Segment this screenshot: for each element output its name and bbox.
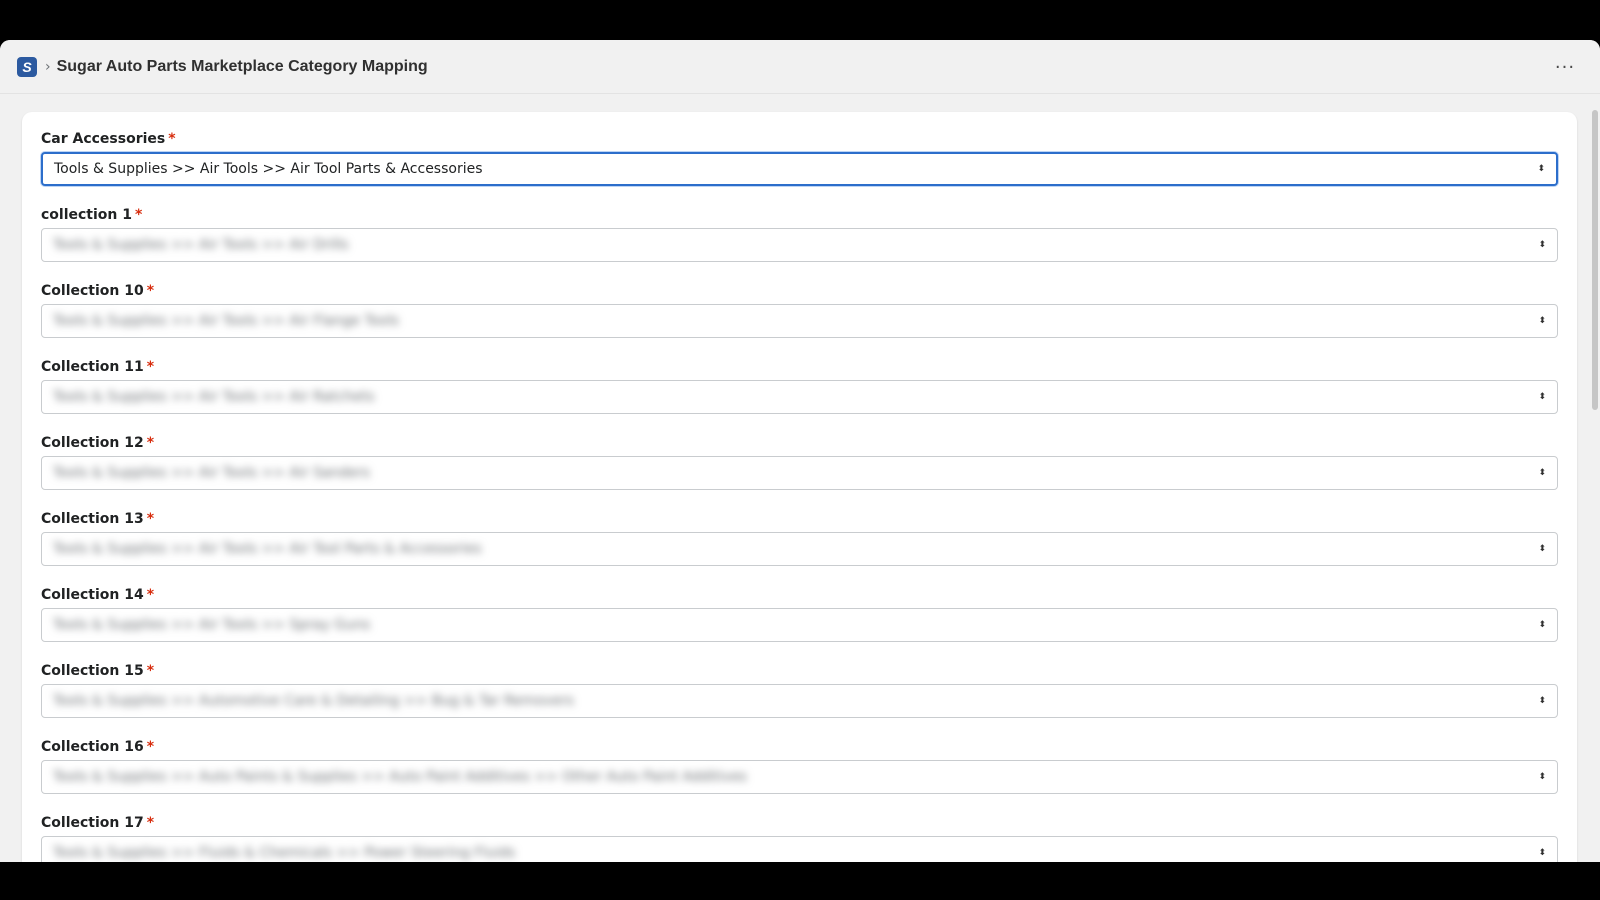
select-value: Tools & Supplies >> Air Tools >> Air San… [53, 465, 370, 481]
app-header: S › Sugar Auto Parts Marketplace Categor… [0, 40, 1600, 94]
field-collection-11: Collection 11 * Tools & Supplies >> Air T… [41, 358, 1558, 414]
required-marker: * [168, 131, 176, 147]
category-select[interactable]: Tools & Supplies >> Air Tools >> Air Too… [41, 152, 1558, 186]
category-select[interactable]: Tools & Supplies >> Air Tools >> Air Dri… [41, 228, 1558, 262]
select-caret-icon: ⬍ [1538, 772, 1546, 782]
select-caret-icon: ⬍ [1538, 240, 1546, 250]
select-caret-icon: ⬍ [1537, 164, 1545, 174]
category-select[interactable]: Tools & Supplies >> Air Tools >> Air Rat… [41, 380, 1558, 414]
category-select[interactable]: Tools & Supplies >> Air Tools >> Air Too… [41, 532, 1558, 566]
more-actions-button[interactable]: ··· [1552, 54, 1578, 80]
select-value: Tools & Supplies >> Air Tools >> Air Rat… [53, 389, 375, 405]
field-car-accessories: Car Accessories * Tools & Supplies >> Air… [41, 130, 1558, 186]
required-marker: * [146, 663, 155, 679]
select-caret-icon: ⬍ [1538, 468, 1546, 478]
required-marker: * [146, 435, 155, 451]
page-title: Sugar Auto Parts Marketplace Category Ma… [56, 57, 428, 75]
field-collection-16: Collection 16 * Tools & Supplies >> Auto … [41, 738, 1558, 794]
scrollbar-thumb[interactable] [1592, 110, 1598, 410]
field-label: Collection 12 * [41, 435, 155, 451]
field-label: Collection 13 * [41, 511, 155, 527]
select-caret-icon: ⬍ [1538, 696, 1546, 706]
field-collection-12: Collection 12 * Tools & Supplies >> Air T… [41, 434, 1558, 490]
field-label: Car Accessories * [41, 131, 176, 147]
required-marker: * [135, 207, 143, 223]
app-logo-icon[interactable]: S [17, 56, 37, 77]
required-marker: * [146, 815, 155, 831]
app-window: S › Sugar Auto Parts Marketplace Categor… [0, 40, 1600, 862]
field-label: collection 1 * [41, 207, 143, 223]
field-collection-15: Collection 15 * Tools & Supplies >> Autom… [41, 662, 1558, 718]
select-value: Tools & Supplies >> Air Tools >> Air Too… [54, 161, 483, 177]
category-mapping-form: Car Accessories * Tools & Supplies >> Air… [22, 112, 1577, 862]
category-select[interactable]: Tools & Supplies >> Auto Paints & Suppli… [41, 760, 1558, 794]
select-value: Tools & Supplies >> Air Tools >> Air Too… [53, 541, 482, 557]
select-value: Tools & Supplies >> Automotive Care & De… [53, 693, 574, 709]
field-collection-13: Collection 13 * Tools & Supplies >> Air T… [41, 510, 1558, 566]
category-select[interactable]: Tools & Supplies >> Air Tools >> Air Fla… [41, 304, 1558, 338]
chevron-right-icon: › [45, 58, 51, 75]
category-select[interactable]: Tools & Supplies >> Fluids & Chemicals >… [41, 836, 1558, 862]
select-value: Tools & Supplies >> Fluids & Chemicals >… [53, 845, 516, 861]
category-select[interactable]: Tools & Supplies >> Air Tools >> Air San… [41, 456, 1558, 490]
field-collection-10: Collection 10 * Tools & Supplies >> Air T… [41, 282, 1558, 338]
select-value: Tools & Supplies >> Air Tools >> Spray G… [53, 617, 371, 633]
select-value: Tools & Supplies >> Air Tools >> Air Fla… [53, 313, 399, 329]
select-value: Tools & Supplies >> Auto Paints & Suppli… [53, 769, 747, 785]
screen-bottom-bar [0, 862, 1600, 900]
screen-top-bar [0, 0, 1600, 40]
field-collection-17: Collection 17 * Tools & Supplies >> Fluid… [41, 814, 1558, 862]
field-label: Collection 15 * [41, 663, 155, 679]
select-caret-icon: ⬍ [1538, 848, 1546, 858]
category-select[interactable]: Tools & Supplies >> Air Tools >> Spray G… [41, 608, 1558, 642]
required-marker: * [146, 283, 155, 299]
select-caret-icon: ⬍ [1538, 392, 1546, 402]
category-select[interactable]: Tools & Supplies >> Automotive Care & De… [41, 684, 1558, 718]
select-caret-icon: ⬍ [1538, 544, 1546, 554]
required-marker: * [146, 739, 155, 755]
field-label: Collection 17 * [41, 815, 155, 831]
field-label: Collection 14 * [41, 587, 155, 603]
select-caret-icon: ⬍ [1538, 316, 1546, 326]
required-marker: * [146, 359, 155, 375]
field-collection-14: Collection 14 * Tools & Supplies >> Air T… [41, 586, 1558, 642]
required-marker: * [146, 587, 155, 603]
field-collection-1: collection 1 * Tools & Supplies >> Air To… [41, 206, 1558, 262]
select-value: Tools & Supplies >> Air Tools >> Air Dri… [53, 237, 349, 253]
field-label: Collection 10 * [41, 283, 155, 299]
field-label: Collection 16 * [41, 739, 155, 755]
field-label: Collection 11 * [41, 359, 155, 375]
required-marker: * [146, 511, 155, 527]
select-caret-icon: ⬍ [1538, 620, 1546, 630]
